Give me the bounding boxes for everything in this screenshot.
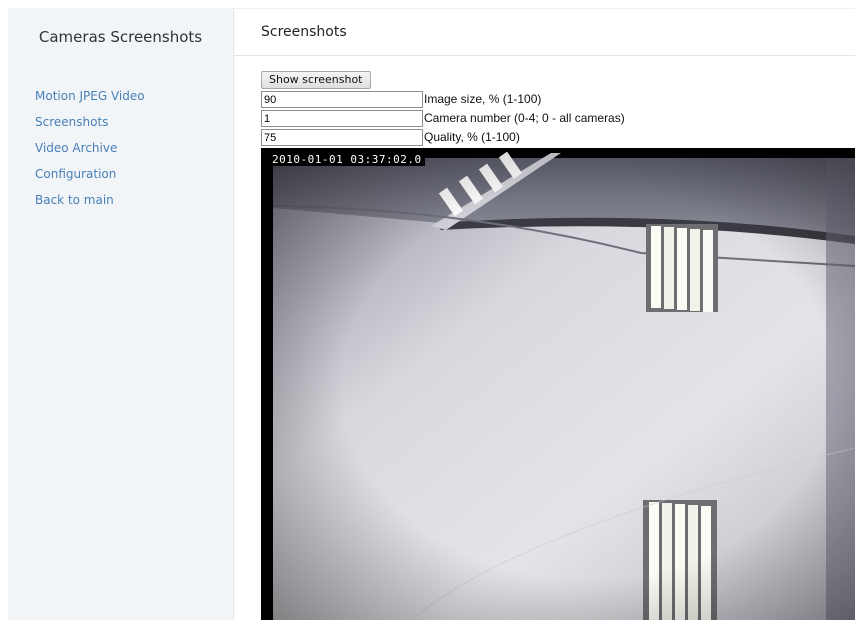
sidebar-item-back-to-main[interactable]: Back to main xyxy=(35,192,145,218)
camera-number-label: Camera number (0-4; 0 - all cameras) xyxy=(424,111,625,125)
sidebar-title: Cameras Screenshots xyxy=(38,28,203,46)
image-size-label: Image size, % (1-100) xyxy=(424,92,542,106)
sidebar-item-motion-jpeg-video[interactable]: Motion JPEG Video xyxy=(35,88,145,114)
quality-label: Quality, % (1-100) xyxy=(424,130,520,144)
sidebar: Cameras Screenshots Motion JPEG Video Sc… xyxy=(8,8,234,620)
sidebar-item-screenshots[interactable]: Screenshots xyxy=(35,114,145,140)
sidebar-item-configuration[interactable]: Configuration xyxy=(35,166,145,192)
quality-input[interactable] xyxy=(261,129,423,146)
top-divider xyxy=(234,8,855,9)
camera-screenshot: 2010-01-01 03:37:02.0 xyxy=(261,148,855,620)
sidebar-nav: Motion JPEG Video Screenshots Video Arch… xyxy=(35,88,145,218)
screenshot-timestamp: 2010-01-01 03:37:02.0 xyxy=(269,153,425,166)
header-divider xyxy=(234,55,855,56)
page-title: Screenshots xyxy=(261,24,347,40)
camera-number-input[interactable] xyxy=(261,110,423,127)
sidebar-item-video-archive[interactable]: Video Archive xyxy=(35,140,145,166)
show-screenshot-button[interactable]: Show screenshot xyxy=(261,71,371,89)
image-size-input[interactable] xyxy=(261,91,423,108)
camera-image xyxy=(261,148,855,620)
